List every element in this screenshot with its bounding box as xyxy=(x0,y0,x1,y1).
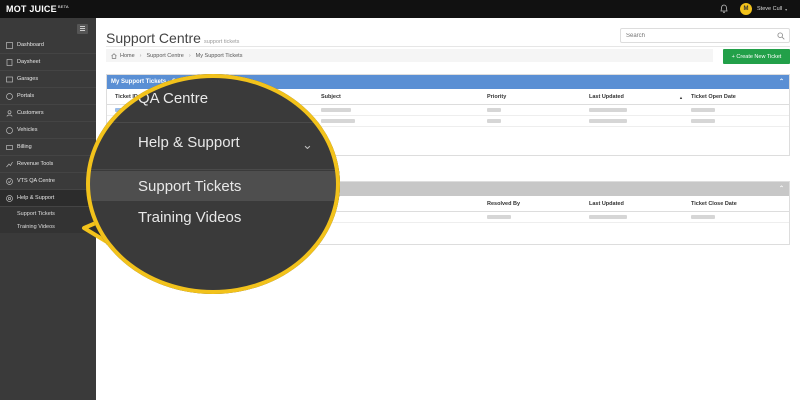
closed-tickets-panel: ⌃ Resolved By Last Updated Ticket Close … xyxy=(106,181,790,245)
sidebar-item-daysheet[interactable]: Daysheet xyxy=(0,54,96,71)
sidebar-item-dashboard[interactable]: Dashboard xyxy=(0,37,96,54)
breadcrumb-support-centre[interactable]: Support Centre xyxy=(147,53,184,59)
bell-icon[interactable] xyxy=(719,4,729,14)
user-name: Steve Cull xyxy=(757,6,783,12)
breadcrumb-current: My Support Tickets xyxy=(195,52,243,59)
garage-icon xyxy=(6,76,13,82)
sidebar-subitem-support-tickets[interactable]: Support Tickets xyxy=(0,207,96,220)
sort-icon[interactable]: ▲ xyxy=(679,95,683,100)
redacted-text xyxy=(691,215,715,219)
avatar: M xyxy=(740,3,752,15)
logo-juice: JUICE xyxy=(29,4,57,14)
breadcrumb-home[interactable]: Home xyxy=(120,53,135,59)
sidebar-item-label: Dashboard xyxy=(17,42,44,48)
sidebar-item-customers[interactable]: Customers xyxy=(0,105,96,122)
breadcrumb-separator: › xyxy=(139,52,142,59)
chevron-up-icon[interactable]: ⌃ xyxy=(779,78,784,85)
page-title-text: Support Centre xyxy=(106,30,201,46)
table-header: Ticket ID Subject Priority Last Updated … xyxy=(107,89,789,105)
user-menu[interactable]: M Steve Cull ▾ xyxy=(740,3,787,15)
sidebar-nav: Dashboard Daysheet Garages Portals Custo… xyxy=(0,37,96,233)
redacted-text xyxy=(487,215,511,219)
column-last-updated[interactable]: Last Updated xyxy=(589,94,624,100)
breadcrumb-separator: › xyxy=(188,52,191,59)
redacted-text xyxy=(691,119,715,123)
redacted-text xyxy=(589,108,627,112)
car-icon xyxy=(6,126,13,134)
ticket-link[interactable] xyxy=(115,108,137,112)
app-logo[interactable]: MOT JUICEBETA xyxy=(6,4,69,14)
sidebar-item-label: Portals xyxy=(17,93,35,99)
redacted-text xyxy=(487,119,501,123)
header-divider xyxy=(106,46,790,47)
panel-header[interactable]: ⌃ xyxy=(107,182,789,196)
ticket-link[interactable] xyxy=(115,119,137,123)
daysheet-icon xyxy=(6,58,13,66)
page-title: Support Centre support tickets xyxy=(106,30,239,46)
chevron-down-icon: ⌄ xyxy=(85,195,90,201)
column-ticket-open-date[interactable]: Ticket Open Date xyxy=(691,94,736,100)
table-header: Resolved By Last Updated Ticket Close Da… xyxy=(107,196,789,212)
column-ticket-id[interactable]: Ticket ID xyxy=(115,94,138,100)
open-tickets-panel: My Support Tickets - OPEN ⌃ Ticket ID Su… xyxy=(106,74,790,156)
sidebar-item-vehicles[interactable]: Vehicles xyxy=(0,122,96,139)
chevron-left-icon: ‹ xyxy=(88,178,90,184)
chevron-left-icon: ‹ xyxy=(88,161,90,167)
column-priority[interactable]: Priority xyxy=(487,94,506,100)
dashboard-icon xyxy=(6,41,13,49)
panel-title: My Support Tickets - OPEN xyxy=(111,79,189,85)
sidebar-item-billing[interactable]: Billing xyxy=(0,139,96,156)
column-subject[interactable]: Subject xyxy=(321,94,341,100)
sidebar-item-help-support[interactable]: Help & Support ⌄ xyxy=(0,190,96,207)
table-row[interactable] xyxy=(107,116,789,127)
redacted-text xyxy=(321,119,355,123)
table-row[interactable] xyxy=(107,212,789,223)
redacted-text xyxy=(321,108,351,112)
main-content: Support Centresupport tickets Home › Sup… xyxy=(96,18,800,400)
sidebar-item-label: Daysheet xyxy=(17,59,41,65)
sidebar-item-revenue-tools[interactable]: Revenue Tools ‹ xyxy=(0,156,96,173)
sidebar-item-garages[interactable]: Garages xyxy=(0,71,96,88)
search-input[interactable] xyxy=(621,29,771,42)
sidebar-item-label: Revenue Tools xyxy=(17,161,54,167)
sidebar-item-label: Garages xyxy=(17,76,39,82)
user-icon xyxy=(6,109,13,117)
search-box xyxy=(620,28,790,43)
create-new-ticket-button[interactable]: + Create New Ticket xyxy=(723,49,790,64)
sidebar-item-label: Customers xyxy=(17,110,44,116)
table-row[interactable] xyxy=(107,105,789,116)
check-icon xyxy=(6,177,13,185)
caret-down-icon: ▾ xyxy=(785,6,788,12)
sidebar-item-label: Billing xyxy=(17,144,32,150)
chevron-up-icon[interactable]: ⌃ xyxy=(779,185,784,192)
redacted-text xyxy=(691,108,715,112)
sidebar-item-label: VTS QA Centre xyxy=(17,178,55,184)
sidebar-subitem-training-videos[interactable]: Training Videos xyxy=(0,220,96,233)
panel-header[interactable]: My Support Tickets - OPEN ⌃ xyxy=(107,75,789,89)
home-icon xyxy=(111,52,117,59)
sidebar-item-portals[interactable]: Portals xyxy=(0,88,96,105)
redacted-text xyxy=(589,215,627,219)
column-ticket-close-date[interactable]: Ticket Close Date xyxy=(691,201,737,207)
search-icon[interactable] xyxy=(777,32,785,40)
help-icon xyxy=(6,194,13,202)
logo-mot: MOT xyxy=(6,4,27,14)
revenue-icon xyxy=(6,161,13,167)
sidebar-item-label: Vehicles xyxy=(17,127,38,133)
sidebar: Dashboard Daysheet Garages Portals Custo… xyxy=(0,18,96,400)
column-last-updated[interactable]: Last Updated xyxy=(589,201,624,207)
column-resolved-by[interactable]: Resolved By xyxy=(487,201,520,207)
logo-beta: BETA xyxy=(57,4,69,9)
breadcrumb: Home › Support Centre › My Support Ticke… xyxy=(106,49,713,62)
billing-icon xyxy=(6,144,13,150)
sidebar-item-vts-qa-centre[interactable]: VTS QA Centre ‹ xyxy=(0,173,96,190)
sidebar-toggle-button[interactable] xyxy=(77,24,88,34)
redacted-text xyxy=(487,108,501,112)
top-bar: MOT JUICEBETA M Steve Cull ▾ xyxy=(0,0,800,18)
page-subtitle: support tickets xyxy=(203,39,240,45)
sidebar-item-label: Help & Support xyxy=(17,195,55,201)
globe-icon xyxy=(6,92,13,100)
redacted-text xyxy=(589,119,627,123)
